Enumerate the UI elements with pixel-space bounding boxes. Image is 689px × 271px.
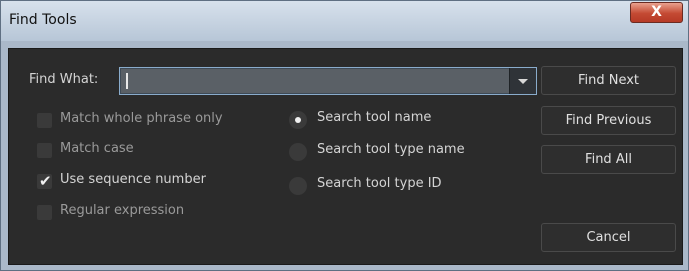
close-button[interactable]: X — [630, 2, 683, 23]
match-case-label: Match case — [60, 141, 134, 156]
search-tool-type-name-radio[interactable] — [289, 143, 307, 161]
search-tool-name-label: Search tool name — [317, 110, 432, 125]
match-whole-phrase-checkbox[interactable] — [37, 113, 52, 128]
dialog-body: Find What: Find Next Find Previous Find … — [8, 48, 683, 265]
checkmark-icon: ✔ — [39, 172, 52, 190]
match-case-checkbox[interactable] — [37, 143, 52, 158]
search-tool-type-id-radio[interactable] — [289, 177, 307, 195]
find-next-button[interactable]: Find Next — [541, 66, 676, 95]
regular-expression-label: Regular expression — [60, 203, 185, 218]
chevron-down-icon[interactable] — [509, 68, 536, 94]
find-what-combobox[interactable] — [119, 67, 537, 95]
find-all-button[interactable]: Find All — [541, 145, 676, 174]
search-tool-type-name-label: Search tool type name — [317, 142, 465, 157]
find-tools-dialog: Find Tools X Find What: Find Next Find P… — [0, 0, 689, 271]
title-bar[interactable]: Find Tools X — [1, 1, 688, 41]
find-what-label: Find What: — [29, 72, 99, 87]
find-previous-button[interactable]: Find Previous — [541, 106, 676, 135]
regular-expression-checkbox[interactable] — [37, 205, 52, 220]
search-tool-name-radio[interactable] — [289, 111, 307, 129]
use-sequence-number-label: Use sequence number — [60, 172, 206, 187]
cancel-button[interactable]: Cancel — [541, 223, 676, 252]
radio-dot-icon — [295, 117, 301, 123]
text-caret — [126, 73, 128, 89]
window-title: Find Tools — [9, 12, 77, 28]
use-sequence-number-checkbox[interactable]: ✔ — [37, 172, 52, 190]
match-whole-phrase-label: Match whole phrase only — [60, 111, 223, 126]
search-tool-type-id-label: Search tool type ID — [317, 176, 442, 191]
